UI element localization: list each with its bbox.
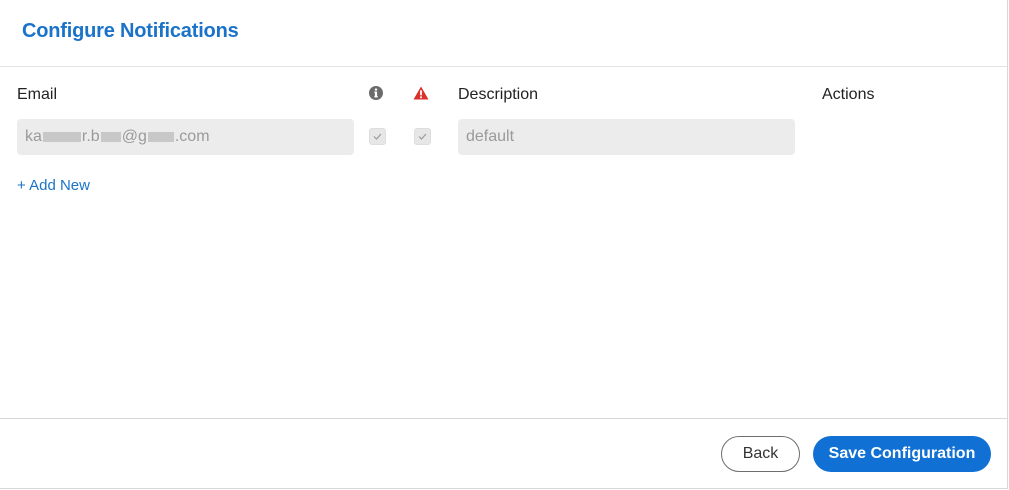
- column-header-actions: Actions: [822, 86, 875, 103]
- panel-header: Configure Notifications: [0, 0, 1007, 67]
- checkmark-icon: [373, 133, 382, 140]
- back-button[interactable]: Back: [721, 436, 800, 472]
- redaction-mark: [100, 131, 121, 142]
- info-notification-checkbox[interactable]: [369, 128, 386, 145]
- email-text-part: ka: [25, 128, 42, 145]
- panel-footer: Back Save Configuration: [0, 418, 1007, 489]
- checkmark-icon: [418, 133, 427, 140]
- email-text-part: @g: [121, 128, 147, 145]
- column-header-description: Description: [458, 86, 539, 103]
- description-field[interactable]: default: [458, 119, 795, 155]
- redaction-mark: [42, 131, 81, 142]
- email-field[interactable]: ka r.b @g .com: [17, 119, 354, 155]
- add-new-link[interactable]: + Add New: [17, 177, 90, 194]
- email-text-part: .com: [174, 128, 210, 145]
- column-header-email: Email: [17, 86, 58, 103]
- save-configuration-button[interactable]: Save Configuration: [813, 436, 991, 472]
- info-icon: [369, 86, 383, 100]
- page-title: Configure Notifications: [22, 20, 239, 42]
- warning-icon: [413, 86, 429, 100]
- configure-notifications-panel: Configure Notifications Email Descriptio…: [0, 0, 1008, 489]
- email-text-part: r.b: [81, 128, 100, 145]
- redaction-mark: [147, 131, 174, 142]
- warning-notification-checkbox[interactable]: [414, 128, 431, 145]
